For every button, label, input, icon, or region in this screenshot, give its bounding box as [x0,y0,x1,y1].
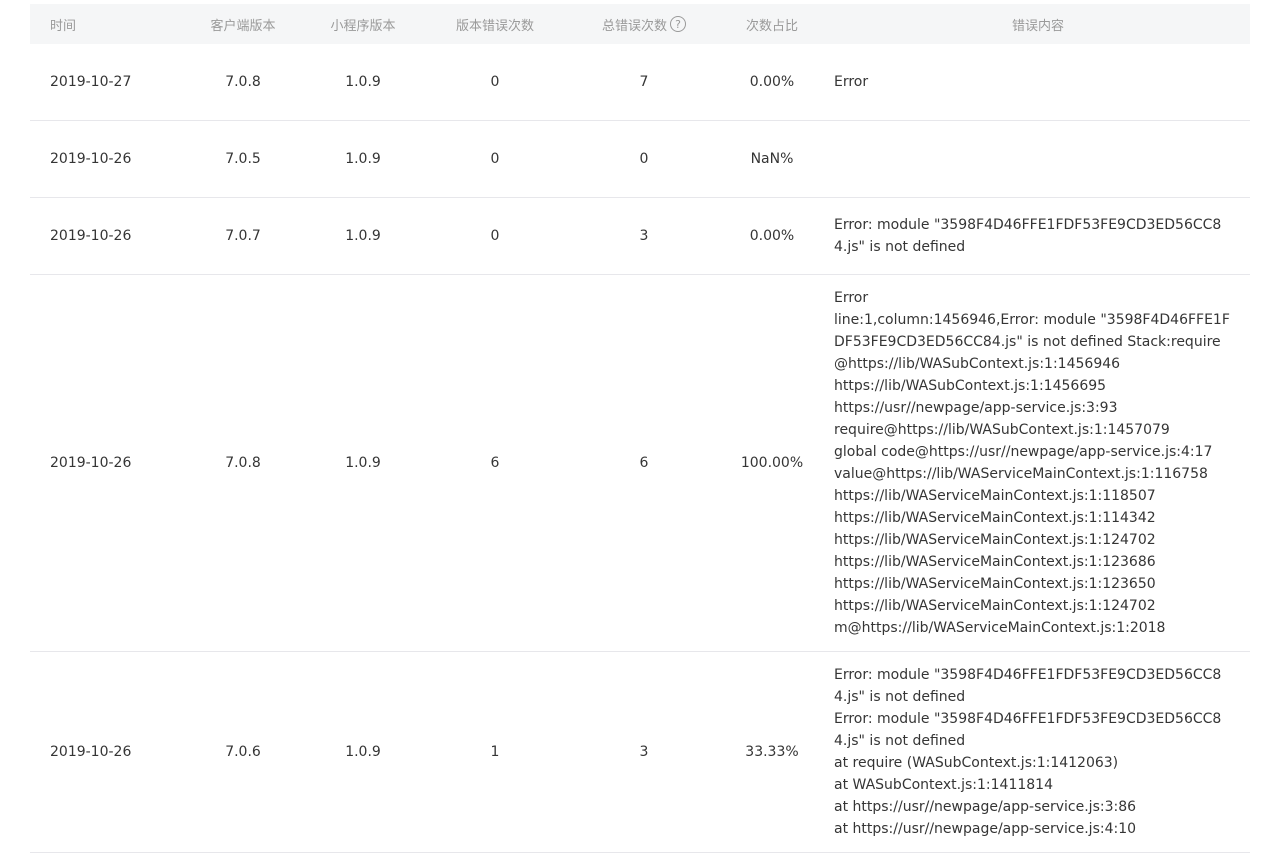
cell-client-version: 7.0.7 [225,228,261,244]
error-content-line: Error: module "3598F4D46FFE1FDF53FE9CD3E… [834,711,1222,749]
cell-time: 2019-10-27 [50,74,132,90]
cell-error-content: Error: module "3598F4D46FFE1FDF53FE9CD3E… [826,652,1250,852]
cell-version-errors: 0 [490,228,500,244]
cell-mini-version: 1.0.9 [345,228,381,244]
table-body: 2019-10-27 7.0.8 1.0.9 0 7 0.00% Error 2019-10-… [30,44,1250,853]
header-mini-version: 小程序版本 [330,18,396,34]
cell-total-errors: 0 [639,151,649,167]
error-content-line: Error [834,290,869,306]
cell-error-content: Error line:1,column:1456946,Error: module… [826,275,1250,651]
header-client-version: 客户端版本 [210,18,276,34]
header-content: 错误内容 [1011,18,1064,34]
cell-time: 2019-10-26 [50,744,132,760]
table-row: 2019-10-26 7.0.6 1.0.9 1 3 33.33% Error: modul… [30,652,1250,853]
header-time: 时间 [50,18,77,34]
cell-ratio: 100.00% [740,455,804,471]
cell-error-content: Error [826,59,1250,105]
error-content-line: Error [834,74,869,90]
error-content-line: value@https://lib/WAServiceMainContext.j… [834,466,1208,482]
cell-mini-version: 1.0.9 [345,744,381,760]
error-content-line: at https://usr//newpage/app-service.js:4… [834,821,1137,837]
error-content-line: global code@https://usr//newpage/app-ser… [834,444,1213,460]
cell-version-errors: 0 [490,74,500,90]
cell-mini-version: 1.0.9 [345,455,381,471]
cell-version-errors: 1 [490,744,500,760]
cell-ratio: 33.33% [745,744,799,760]
cell-time: 2019-10-26 [50,151,132,167]
error-content-line: Error: module "3598F4D46FFE1FDF53FE9CD3E… [834,667,1222,705]
cell-version-errors: 0 [490,151,500,167]
help-icon[interactable]: ? [670,16,686,32]
error-content-line: at https://usr//newpage/app-service.js:3… [834,799,1137,815]
error-content-line: https://lib/WAServiceMainContext.js:1:12… [834,598,1156,614]
cell-total-errors: 3 [639,228,649,244]
header-ratio: 次数占比 [745,18,798,34]
header-version-errors: 版本错误次数 [455,18,534,34]
cell-total-errors: 6 [639,455,649,471]
error-content-line: https://lib/WAServiceMainContext.js:1:11… [834,488,1156,504]
cell-time: 2019-10-26 [50,455,132,471]
cell-time: 2019-10-26 [50,228,132,244]
cell-client-version: 7.0.8 [225,455,261,471]
cell-ratio: NaN% [750,151,794,167]
table-row: 2019-10-26 7.0.5 1.0.9 0 0 NaN% [30,121,1250,198]
table-row: 2019-10-27 7.0.8 1.0.9 0 7 0.00% Error [30,44,1250,121]
error-content-line: require@https://lib/WASubContext.js:1:14… [834,422,1170,438]
error-content-line: https://lib/WAServiceMainContext.js:1:11… [834,510,1156,526]
header-total-errors-label: 总错误次数 [601,18,667,34]
error-content-line: line:1,column:1456946,Error: module "359… [834,312,1230,372]
error-content-line: m@https://lib/WAServiceMainContext.js:1:… [834,620,1166,636]
table-row: 2019-10-26 7.0.7 1.0.9 0 3 0.00% Error: module… [30,198,1250,275]
error-content-line: https://lib/WAServiceMainContext.js:1:12… [834,576,1156,592]
cell-mini-version: 1.0.9 [345,74,381,90]
error-table: 时间 客户端版本 小程序版本 版本错误次数 总错误次数 ? 次数占比 错误内容 … [30,4,1250,853]
cell-ratio: 0.00% [749,74,795,90]
cell-client-version: 7.0.5 [225,151,261,167]
cell-client-version: 7.0.8 [225,74,261,90]
error-content-line: Error: module "3598F4D46FFE1FDF53FE9CD3E… [834,217,1222,255]
error-content-line: https://lib/WAServiceMainContext.js:1:12… [834,532,1156,548]
cell-mini-version: 1.0.9 [345,151,381,167]
error-content-line: at require (WASubContext.js:1:1412063) [834,755,1119,771]
error-content-line: at WASubContext.js:1:1411814 [834,777,1053,793]
cell-total-errors: 3 [639,744,649,760]
table-header: 时间 客户端版本 小程序版本 版本错误次数 总错误次数 ? 次数占比 错误内容 [30,4,1250,44]
error-content-line: https://usr//newpage/app-service.js:3:93 [834,400,1118,416]
cell-error-content: Error: module "3598F4D46FFE1FDF53FE9CD3E… [826,202,1250,270]
error-content-line: https://lib/WASubContext.js:1:1456695 [834,378,1107,394]
error-content-line: https://lib/WAServiceMainContext.js:1:12… [834,554,1156,570]
header-total-errors: 总错误次数 ? [570,15,718,34]
cell-client-version: 7.0.6 [225,744,261,760]
cell-total-errors: 7 [639,74,649,90]
cell-error-content [826,147,1250,171]
table-row: 2019-10-26 7.0.8 1.0.9 6 6 100.00% Error line:1… [30,275,1250,652]
cell-version-errors: 6 [490,455,500,471]
cell-ratio: 0.00% [749,228,795,244]
